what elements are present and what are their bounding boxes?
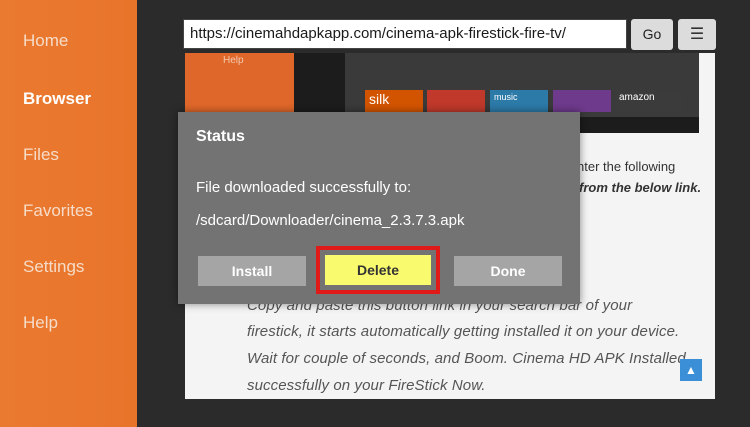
go-button[interactable]: Go xyxy=(631,19,673,50)
scroll-to-top-button[interactable]: ▲ xyxy=(680,359,702,381)
amazon-tile: amazon xyxy=(615,90,681,112)
delete-button[interactable]: Delete xyxy=(325,255,431,285)
sidebar-item-help[interactable]: Help xyxy=(23,313,58,333)
sidebar-nav: Home Browser Files Favorites Settings He… xyxy=(0,0,137,427)
sidebar-item-favorites[interactable]: Favorites xyxy=(23,201,93,221)
silk-tile: silk xyxy=(365,90,423,112)
delete-highlight-box: Delete xyxy=(316,246,440,294)
install-button[interactable]: Install xyxy=(198,256,306,286)
sidebar-item-settings[interactable]: Settings xyxy=(23,257,84,277)
app-tile xyxy=(553,90,611,112)
dialog-title: Status xyxy=(196,128,245,145)
music-tile: music xyxy=(490,90,548,112)
app-tile xyxy=(427,90,485,112)
status-dialog: Status File downloaded successfully to: … xyxy=(178,112,580,304)
url-input[interactable]: https://cinemahdapkapp.com/cinema-apk-fi… xyxy=(183,19,627,49)
download-path: /sdcard/Downloader/cinema_2.3.7.3.apk xyxy=(196,212,465,229)
dialog-message: File downloaded successfully to: xyxy=(196,179,412,196)
image-app-tiles: silk music amazon xyxy=(345,53,699,117)
sidebar-item-home[interactable]: Home xyxy=(23,31,68,51)
sidebar-item-files[interactable]: Files xyxy=(23,145,59,165)
paragraph-line: successfully on your FireStick Now. xyxy=(247,377,486,394)
hamburger-menu-icon[interactable]: ☰ xyxy=(678,19,716,50)
page-text-snippet: nter the following xyxy=(577,159,676,174)
page-text-snippet: from the below link. xyxy=(579,180,702,195)
paragraph-line: firestick, it starts automatically getti… xyxy=(247,323,680,340)
image-help-label: Help xyxy=(223,55,244,66)
done-button[interactable]: Done xyxy=(454,256,562,286)
paragraph-line: Wait for couple of seconds, and Boom. Ci… xyxy=(247,350,686,367)
sidebar-item-browser[interactable]: Browser xyxy=(23,89,91,109)
